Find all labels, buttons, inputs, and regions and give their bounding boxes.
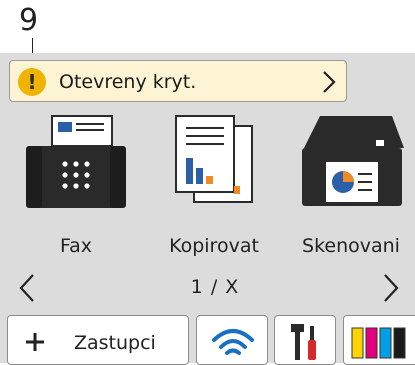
fax-icon <box>26 115 126 208</box>
toner-button[interactable] <box>343 315 415 365</box>
toner-icon <box>351 327 406 359</box>
tools-icon <box>291 324 316 360</box>
scanner-icon <box>302 116 404 206</box>
app-label-copy: Kopirovat <box>169 235 259 257</box>
app-label-fax: Fax <box>59 235 93 257</box>
app-copy[interactable]: Kopirovat <box>158 108 270 258</box>
app-scan[interactable]: Skenovani <box>292 108 410 258</box>
warning-icon: ! <box>18 68 46 96</box>
shortcuts-button[interactable]: Zastupci <box>7 315 189 365</box>
tools-button[interactable] <box>274 315 336 365</box>
plus-icon <box>26 333 44 351</box>
status-message: Otevreny kryt. <box>59 71 197 93</box>
app-label-scan: Skenovani <box>302 235 400 257</box>
page-previous-icon[interactable] <box>19 273 35 303</box>
copy-icon <box>175 115 253 203</box>
chevron-right-icon <box>323 71 336 93</box>
app-fax[interactable]: Fax <box>22 108 130 258</box>
wifi-button[interactable] <box>196 315 268 365</box>
page-indicator: 1 / X <box>190 276 240 298</box>
callout-number: 9 <box>19 3 39 38</box>
page-next-icon[interactable] <box>383 273 399 303</box>
status-bar[interactable]: ! Otevreny kryt. <box>9 60 347 102</box>
shortcuts-label: Zastupci <box>74 332 156 354</box>
wifi-icon <box>212 329 254 355</box>
